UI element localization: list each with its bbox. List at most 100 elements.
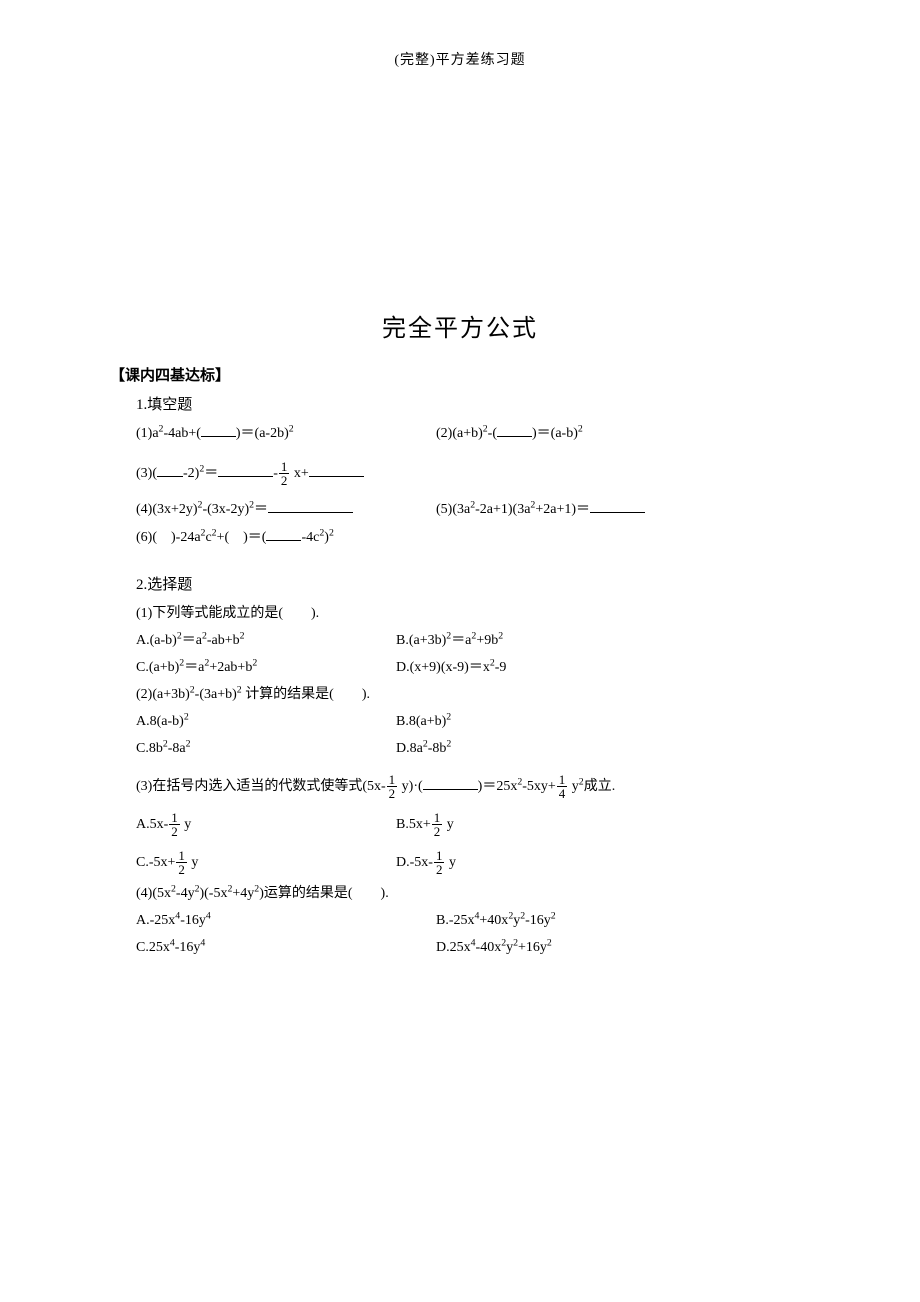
text: B.(a+3b): [396, 633, 446, 648]
text: y: [568, 779, 579, 794]
text: (4)(5x: [136, 886, 171, 901]
text: -16y: [180, 913, 206, 928]
q1-row-1: (1)a2-4ab+()＝(a-2b)2 (2)(a+b)2-()＝(a-b)2: [136, 422, 810, 444]
q2-3-option-c[interactable]: C.-5x+12 y: [136, 849, 396, 877]
fill-blank[interactable]: [590, 498, 645, 513]
numerator: 1: [557, 773, 568, 787]
text: -ab+b: [207, 633, 240, 648]
q1-item-2: (2)(a+b)2-()＝(a-b)2: [436, 422, 810, 444]
text: +9b: [476, 633, 498, 648]
question-1-block: 1.填空题 (1)a2-4ab+()＝(a-2b)2 (2)(a+b)2-()＝…: [110, 394, 810, 958]
q2-1-option-c[interactable]: C.(a+b)2＝a2+2ab+b2: [136, 657, 396, 678]
sup: 2: [252, 657, 257, 668]
text: (6)(: [136, 530, 157, 545]
text: (1)a: [136, 426, 159, 441]
fill-blank[interactable]: [201, 422, 236, 437]
fraction: 14: [557, 773, 568, 801]
sup: 2: [578, 423, 583, 434]
fill-blank[interactable]: [218, 462, 273, 477]
q2-1-row-cd: C.(a+b)2＝a2+2ab+b2 D.(x+9)(x-9)＝x2-9: [136, 657, 810, 678]
text: (2)(a+b): [436, 426, 483, 441]
text: -16y: [525, 913, 551, 928]
text: C.(a+b): [136, 660, 179, 675]
fill-blank[interactable]: [423, 775, 478, 790]
fill-blank[interactable]: [268, 498, 353, 513]
denominator: 2: [279, 474, 290, 488]
text: )-24a: [171, 530, 201, 545]
numerator: 1: [279, 460, 290, 474]
document-page: (完整)平方差练习题 完全平方公式 【课内四基达标】 1.填空题 (1)a2-4…: [0, 0, 920, 1302]
text: +4y: [232, 886, 254, 901]
q2-4-row-ab: A.-25x4-16y4 B.-25x4+40x2y2-16y2: [136, 910, 810, 931]
q2-2-question: (2)(a+3b)2-(3a+b)2 计算的结果是( ).: [136, 684, 810, 705]
text: -4c: [301, 530, 319, 545]
numerator: 1: [434, 849, 445, 863]
fill-blank[interactable]: [497, 422, 532, 437]
fill-blank[interactable]: [266, 526, 301, 541]
fraction: 12: [176, 849, 187, 877]
fraction: 12: [279, 460, 290, 488]
q2-1-option-b[interactable]: B.(a+3b)2＝a2+9b2: [396, 630, 810, 651]
q2-4-option-c[interactable]: C.25x4-16y4: [136, 937, 436, 958]
q1-item-1: (1)a2-4ab+()＝(a-2b)2: [136, 422, 436, 444]
text: C.8b: [136, 741, 163, 756]
sup: 2: [446, 711, 451, 722]
sup: 2: [551, 910, 556, 921]
text: (5)(3a: [436, 502, 470, 517]
q2-1-option-d[interactable]: D.(x+9)(x-9)＝x2-9: [396, 657, 810, 678]
q2-2-option-a[interactable]: A.8(a-b)2: [136, 711, 396, 732]
text: ＝a: [451, 633, 471, 648]
q2-3-option-b[interactable]: B.5x+12 y: [396, 811, 810, 839]
q2-2-option-b[interactable]: B.8(a+b)2: [396, 711, 810, 732]
denominator: 2: [169, 825, 180, 839]
text: -16y: [175, 940, 201, 955]
q2-2-row-cd: C.8b2-8a2 D.8a2-8b2: [136, 738, 810, 759]
text: B.-25x: [436, 913, 475, 928]
q1-row-45: (4)(3x+2y)2-(3x-2y)2＝ (5)(3a2-2a+1)(3a2+…: [136, 498, 810, 520]
main-title: 完全平方公式: [110, 311, 810, 347]
denominator: 2: [387, 787, 398, 801]
q2-2-option-c[interactable]: C.8b2-8a2: [136, 738, 396, 759]
text: 成立.: [584, 779, 616, 794]
fraction: 12: [169, 811, 180, 839]
q2-3-option-a[interactable]: A.5x-12 y: [136, 811, 396, 839]
q1-item-4: (4)(3x+2y)2-(3x-2y)2＝: [136, 498, 436, 520]
text: )(-5x: [199, 886, 227, 901]
q2-3-row-ab: A.5x-12 y B.5x+12 y: [136, 811, 810, 839]
q1-item-3: (3)(-2)2＝-12 x+: [136, 460, 810, 488]
text: -2a+1)(3a: [475, 502, 530, 517]
sup: 2: [186, 738, 191, 749]
q2-4-row-cd: C.25x4-16y4 D.25x4-40x2y2+16y2: [136, 937, 810, 958]
sup: 4: [206, 910, 211, 921]
text: -40x: [476, 940, 502, 955]
q2-4-option-d[interactable]: D.25x4-40x2y2+16y2: [436, 937, 810, 958]
q1-title: 1.填空题: [136, 394, 810, 417]
text: B.5x+: [396, 817, 431, 832]
sup: 2: [498, 630, 503, 641]
q2-3-question: (3)在括号内选入适当的代数式使等式(5x-12 y)·()＝25x2-5xy+…: [136, 773, 810, 801]
q2-1-question: (1)下列等式能成立的是( ).: [136, 603, 810, 624]
text: +2ab+b: [209, 660, 252, 675]
text: )＝(: [243, 530, 266, 545]
fraction: 12: [387, 773, 398, 801]
sup: 2: [289, 423, 294, 434]
text: D.(x+9)(x-9)＝x: [396, 660, 490, 675]
q2-3-option-d[interactable]: D.-5x-12 y: [396, 849, 810, 877]
text: y: [181, 817, 192, 832]
text: +(: [217, 530, 230, 545]
text: A.5x-: [136, 817, 168, 832]
q2-1-option-a[interactable]: A.(a-b)2＝a2-ab+b2: [136, 630, 396, 651]
q2-2-option-d[interactable]: D.8a2-8b2: [396, 738, 810, 759]
text: +16y: [518, 940, 547, 955]
q2-4-option-b[interactable]: B.-25x4+40x2y2-16y2: [436, 910, 810, 931]
q1-item-6: (6)( )-24a2c2+( )＝(-4c2)2: [136, 526, 810, 548]
denominator: 2: [432, 825, 443, 839]
fill-blank[interactable]: [309, 462, 364, 477]
text: C.-5x+: [136, 855, 175, 870]
numerator: 1: [432, 811, 443, 825]
text: y: [443, 817, 454, 832]
fill-blank[interactable]: [157, 462, 183, 477]
denominator: 2: [176, 863, 187, 877]
q2-4-option-a[interactable]: A.-25x4-16y4: [136, 910, 436, 931]
text: y)·(: [398, 779, 423, 794]
